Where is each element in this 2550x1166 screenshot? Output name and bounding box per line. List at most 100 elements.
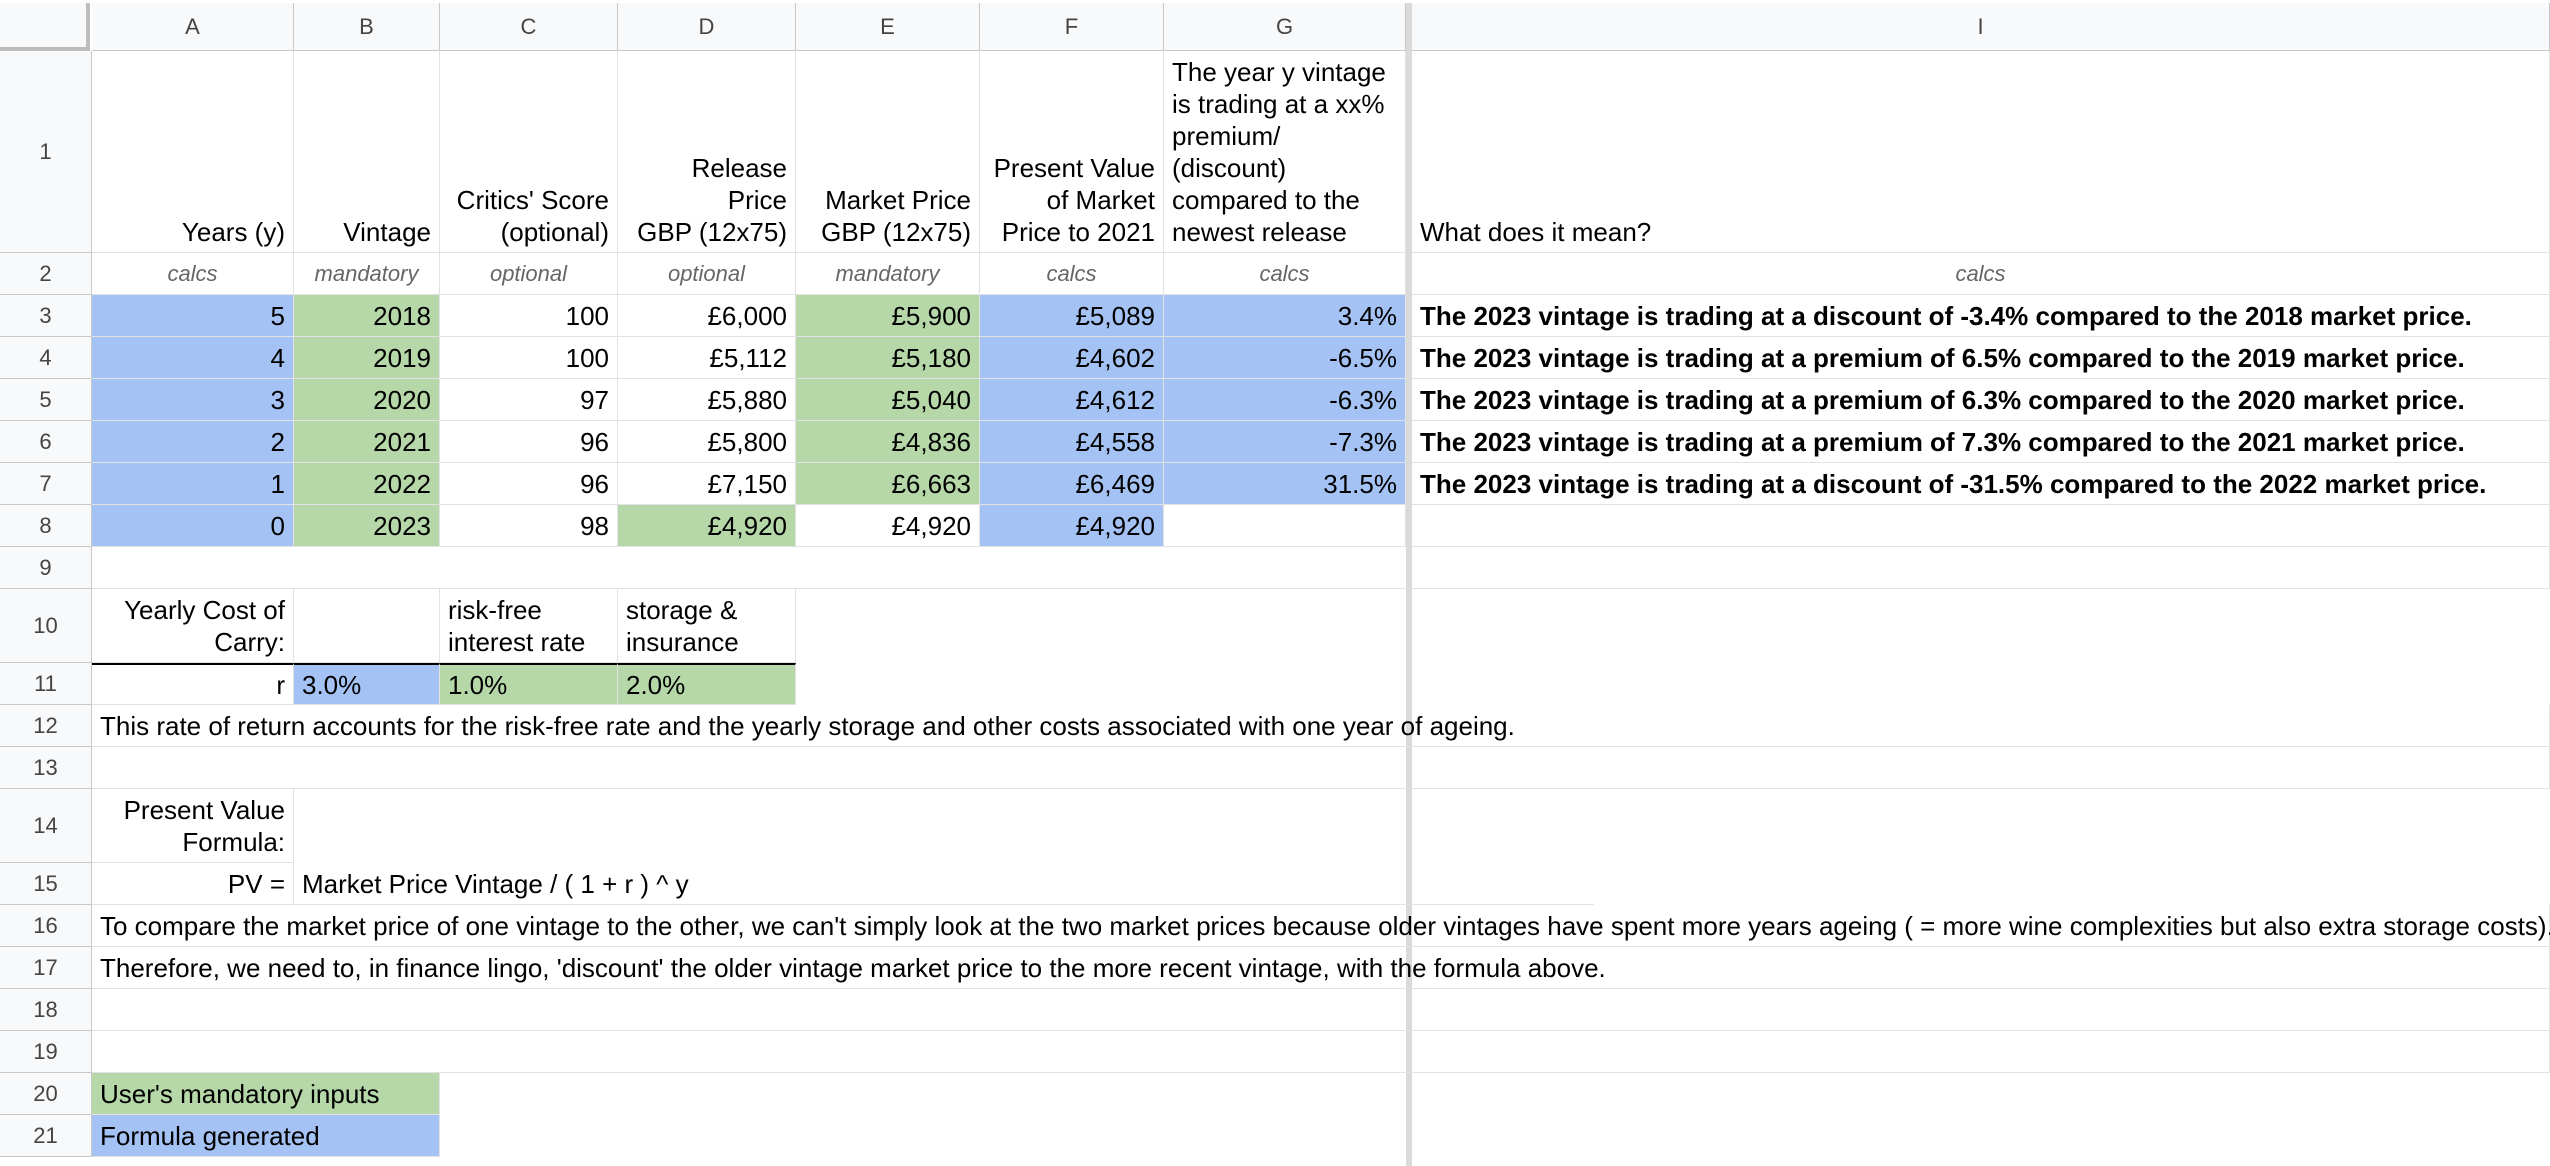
header-meaning[interactable]: What does it mean? — [1412, 51, 2550, 253]
cell-critics-score[interactable]: 98 — [440, 505, 618, 547]
empty-row-18[interactable] — [92, 989, 2550, 1031]
cell-market-price[interactable]: £5,040 — [796, 379, 980, 421]
rate-explanation-text[interactable]: This rate of return accounts for the ris… — [92, 705, 2550, 747]
cell-market-price[interactable]: £5,900 — [796, 295, 980, 337]
empty-row-13[interactable] — [92, 747, 2550, 789]
header-critics-score[interactable]: Critics' Score (optional) — [440, 51, 618, 253]
cell-meaning[interactable]: The 2023 vintage is trading at a discoun… — [1412, 463, 2550, 505]
cell-years[interactable]: 3 — [92, 379, 294, 421]
pv-formula-label[interactable]: Present Value Formula: — [92, 789, 294, 863]
row-header-11[interactable]: 11 — [0, 663, 92, 705]
r-label[interactable]: r — [92, 663, 294, 705]
header-premium-discount[interactable]: The year y vintage is trading at a xx% p… — [1164, 51, 1406, 253]
subheader-calcs-i[interactable]: calcs — [1412, 253, 2550, 295]
cell-vintage[interactable]: 2018 — [294, 295, 440, 337]
empty-row-9[interactable] — [92, 547, 2550, 589]
header-vintage[interactable]: Vintage — [294, 51, 440, 253]
cell-release-price[interactable]: £5,800 — [618, 421, 796, 463]
header-release-price[interactable]: Release Price GBP (12x75) — [618, 51, 796, 253]
cell-years[interactable]: 5 — [92, 295, 294, 337]
column-header-a[interactable]: A — [92, 3, 294, 51]
header-market-price[interactable]: Market Price GBP (12x75) — [796, 51, 980, 253]
cell-release-price[interactable]: £4,920 — [618, 505, 796, 547]
cell-release-price[interactable]: £5,880 — [618, 379, 796, 421]
header-present-value[interactable]: Present Value of Market Price to 2021 — [980, 51, 1164, 253]
row-header-2[interactable]: 2 — [0, 253, 92, 295]
column-header-e[interactable]: E — [796, 3, 980, 51]
row-header-6[interactable]: 6 — [0, 421, 92, 463]
row-header-19[interactable]: 19 — [0, 1031, 92, 1073]
risk-free-value[interactable]: 1.0% — [440, 663, 618, 705]
column-header-d[interactable]: D — [618, 3, 796, 51]
cell-present-value[interactable]: £4,612 — [980, 379, 1164, 421]
cell-market-price[interactable]: £5,180 — [796, 337, 980, 379]
cell-critics-score[interactable]: 100 — [440, 337, 618, 379]
discount-explanation-text[interactable]: Therefore, we need to, in finance lingo,… — [92, 947, 2550, 989]
cell-years[interactable]: 4 — [92, 337, 294, 379]
cell-present-value[interactable]: £4,602 — [980, 337, 1164, 379]
subheader-calcs-f[interactable]: calcs — [980, 253, 1164, 295]
header-years[interactable]: Years (y) — [92, 51, 294, 253]
row-header-12[interactable]: 12 — [0, 705, 92, 747]
compare-explanation-text[interactable]: To compare the market price of one vinta… — [92, 905, 2550, 947]
row-header-15[interactable]: 15 — [0, 863, 92, 905]
cell-premium[interactable] — [1164, 505, 1406, 547]
subheader-optional-c[interactable]: optional — [440, 253, 618, 295]
row-header-18[interactable]: 18 — [0, 989, 92, 1031]
cell-present-value[interactable]: £6,469 — [980, 463, 1164, 505]
risk-free-label[interactable]: risk-free interest rate — [440, 589, 618, 663]
row-header-7[interactable]: 7 — [0, 463, 92, 505]
subheader-mandatory-b[interactable]: mandatory — [294, 253, 440, 295]
cell-release-price[interactable]: £6,000 — [618, 295, 796, 337]
storage-insurance-label[interactable]: storage & insurance — [618, 589, 796, 663]
row-header-4[interactable]: 4 — [0, 337, 92, 379]
cell-meaning[interactable] — [1412, 505, 2550, 547]
cell-premium[interactable]: 31.5% — [1164, 463, 1406, 505]
r-value[interactable]: 3.0% — [294, 663, 440, 705]
cell-meaning[interactable]: The 2023 vintage is trading at a premium… — [1412, 421, 2550, 463]
cell-years[interactable]: 2 — [92, 421, 294, 463]
empty-row-19[interactable] — [92, 1031, 2550, 1073]
cell-market-price[interactable]: £6,663 — [796, 463, 980, 505]
cell-years[interactable]: 1 — [92, 463, 294, 505]
cell-premium[interactable]: -6.3% — [1164, 379, 1406, 421]
column-header-g[interactable]: G — [1164, 3, 1406, 51]
subheader-mandatory-e[interactable]: mandatory — [796, 253, 980, 295]
pv-formula-text[interactable]: Market Price Vintage / ( 1 + r ) ^ y — [294, 863, 1594, 905]
cell-premium[interactable]: -7.3% — [1164, 421, 1406, 463]
pv-equals-label[interactable]: PV = — [92, 863, 294, 905]
cell-release-price[interactable]: £7,150 — [618, 463, 796, 505]
cell-years[interactable]: 0 — [92, 505, 294, 547]
row-header-5[interactable]: 5 — [0, 379, 92, 421]
cell-critics-score[interactable]: 96 — [440, 421, 618, 463]
cell-premium[interactable]: -6.5% — [1164, 337, 1406, 379]
row-header-14[interactable]: 14 — [0, 789, 92, 863]
column-header-i[interactable]: I — [1412, 3, 2550, 51]
cell-market-price[interactable]: £4,836 — [796, 421, 980, 463]
cell-vintage[interactable]: 2019 — [294, 337, 440, 379]
row-header-3[interactable]: 3 — [0, 295, 92, 337]
cell-critics-score[interactable]: 100 — [440, 295, 618, 337]
cell-vintage[interactable]: 2021 — [294, 421, 440, 463]
subheader-calcs-g[interactable]: calcs — [1164, 253, 1406, 295]
row-header-21[interactable]: 21 — [0, 1115, 92, 1157]
row-header-17[interactable]: 17 — [0, 947, 92, 989]
empty-cell[interactable] — [294, 589, 440, 663]
row-header-10[interactable]: 10 — [0, 589, 92, 663]
cell-critics-score[interactable]: 97 — [440, 379, 618, 421]
cell-present-value[interactable]: £4,920 — [980, 505, 1164, 547]
legend-mandatory-inputs[interactable]: User's mandatory inputs — [92, 1073, 440, 1115]
cell-release-price[interactable]: £5,112 — [618, 337, 796, 379]
legend-formula-generated[interactable]: Formula generated — [92, 1115, 440, 1157]
row-header-1[interactable]: 1 — [0, 51, 92, 253]
cell-present-value[interactable]: £5,089 — [980, 295, 1164, 337]
cell-critics-score[interactable]: 96 — [440, 463, 618, 505]
select-all-corner[interactable] — [0, 3, 90, 51]
row-header-9[interactable]: 9 — [0, 547, 92, 589]
column-header-b[interactable]: B — [294, 3, 440, 51]
row-header-20[interactable]: 20 — [0, 1073, 92, 1115]
storage-insurance-value[interactable]: 2.0% — [618, 663, 796, 705]
cell-vintage[interactable]: 2023 — [294, 505, 440, 547]
subheader-calcs-a[interactable]: calcs — [92, 253, 294, 295]
cell-meaning[interactable]: The 2023 vintage is trading at a discoun… — [1412, 295, 2550, 337]
